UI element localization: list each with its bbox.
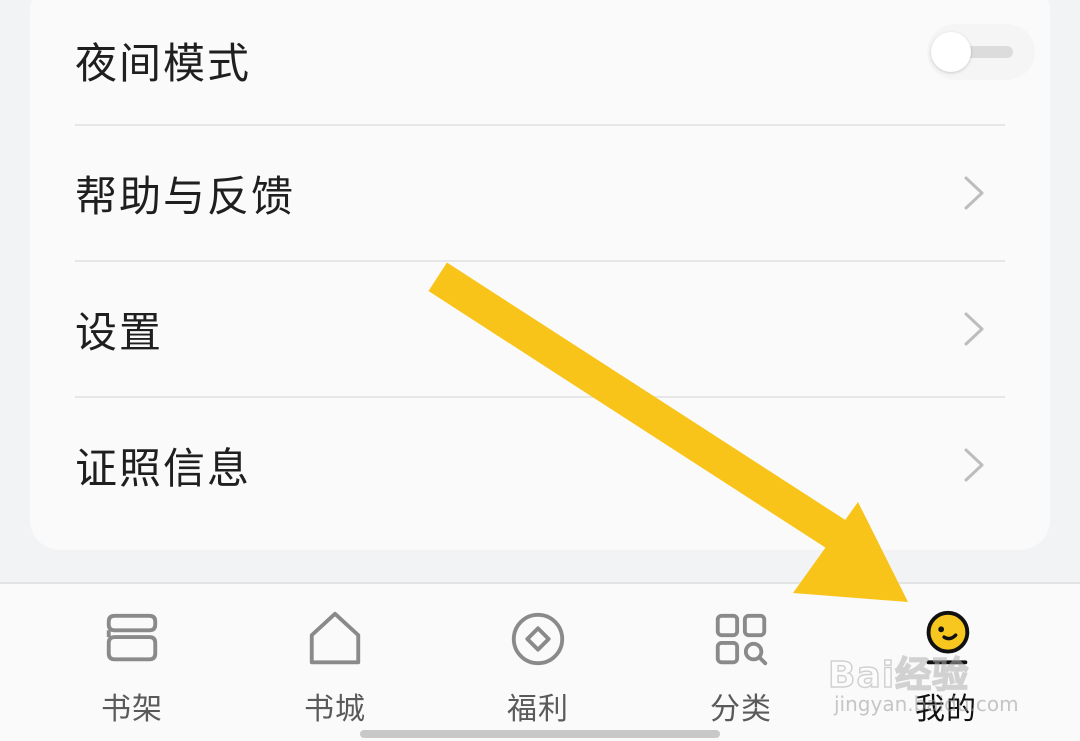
home-icon xyxy=(309,611,361,665)
license-info-label: 证照信息 xyxy=(75,443,252,493)
welfare-icon xyxy=(511,612,565,666)
night-mode-toggle[interactable] xyxy=(927,24,1035,80)
bottom-tab-bar: 书架 书城 福利 分类 我的 xyxy=(0,582,1080,741)
tab-bookstore[interactable]: 书城 xyxy=(255,608,415,728)
tab-label: 书架 xyxy=(101,692,163,727)
chevron-right-icon xyxy=(957,171,991,215)
tab-welfare[interactable]: 福利 xyxy=(458,608,618,728)
tab-label: 分类 xyxy=(710,692,772,727)
profile-icon xyxy=(926,610,970,665)
settings-row-license-info[interactable]: 证照信息 xyxy=(75,396,1005,532)
settings-row-night-mode[interactable]: 夜间模式 xyxy=(75,0,1035,128)
help-feedback-label: 帮助与反馈 xyxy=(75,171,296,221)
category-icon xyxy=(715,613,768,666)
tab-category[interactable]: 分类 xyxy=(661,608,821,728)
settings-row-settings[interactable]: 设置 xyxy=(75,260,1005,396)
chevron-right-icon xyxy=(957,307,991,351)
tab-label: 书城 xyxy=(304,692,366,727)
settings-label: 设置 xyxy=(75,307,164,357)
home-indicator[interactable] xyxy=(360,730,720,738)
tab-label: 福利 xyxy=(507,692,569,727)
toggle-knob xyxy=(931,32,971,72)
night-mode-label: 夜间模式 xyxy=(75,38,252,88)
settings-row-help-feedback[interactable]: 帮助与反馈 xyxy=(75,124,1005,260)
tab-profile[interactable]: 我的 xyxy=(866,608,1026,728)
chevron-right-icon xyxy=(957,443,991,487)
tab-label: 我的 xyxy=(915,692,977,727)
bookshelf-icon xyxy=(106,613,158,662)
tab-bookshelf[interactable]: 书架 xyxy=(52,608,212,728)
screen: 夜间模式 帮助与反馈 设置 证照信息 书架 书城 福利 分类 我的 Bai经验 … xyxy=(0,0,1080,741)
